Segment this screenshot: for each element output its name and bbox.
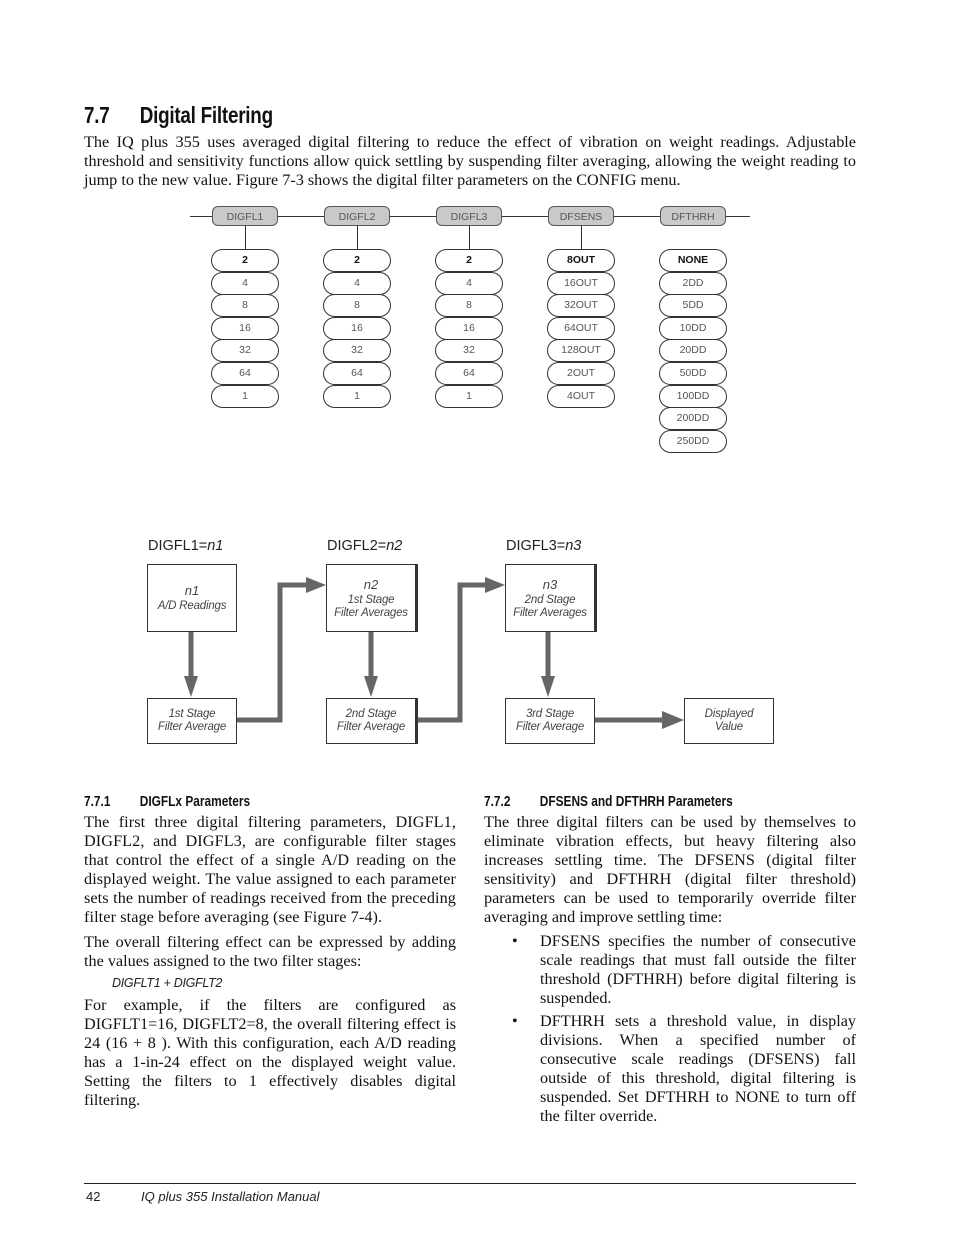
down-arrow-icon [184,676,198,697]
right-arrow-icon [306,577,326,593]
bullet-item: • DFSENS specifies the number of consecut… [484,932,856,1008]
formula: DIGFLT1 + DIGFLT2 [112,976,223,990]
box-text: Filter Average [515,721,585,733]
elbow-arrow-shaft [237,582,312,723]
bullet-icon: • [512,1012,518,1030]
box-text: 2nd Stage [345,708,397,720]
subsection-title: DFSENS and DFTHRH Parameters [539,794,733,810]
bullet-icon: • [512,932,518,950]
flow-label-var: n3 [565,538,582,554]
flow-stage-box: 3rd Stage Filter Average [505,698,595,744]
flow-label-param: DIGFL2= [327,538,387,554]
down-arrow-icon [364,676,378,697]
flow-input-box: n3 2nd Stage Filter Averages [505,564,595,632]
box-text: 1st Stage [347,593,395,606]
paragraph: The overall filtering effect can be expr… [84,933,456,970]
box-var: n3 [542,576,558,592]
subsection-7-7-2-body: The three digital filters can be used by… [484,813,856,1130]
bullet-list: • DFSENS specifies the number of consecut… [484,932,856,1126]
page-number: 42 [86,1189,101,1204]
bullet-text: DFTHRH sets a threshold value, in displa… [540,1012,856,1125]
box-text: Filter Averages [513,606,587,619]
subsection-number: 7.7.2 [484,794,511,810]
box-text: Filter Average [157,721,227,733]
down-arrow-icon [541,676,555,697]
subsection-heading-7-7-1: 7.7.1 DIGFLx Parameters [84,794,250,810]
subsection-title: DIGFLx Parameters [139,794,251,810]
flow-arrows [184,577,684,729]
footer-divider [84,1183,856,1184]
flow-input-box: n1 A/D Readings [147,564,237,632]
flow-label-param: DIGFL1= [148,538,208,554]
bullet-text: DFSENS specifies the number of consecuti… [540,932,856,1007]
paragraph: The three digital filters can be used by… [484,813,856,926]
elbow-arrow-shaft [416,582,491,723]
flow-label-param: DIGFL3= [506,538,566,554]
flow-stage-box: 1st Stage Filter Average [147,698,237,744]
box-var: n2 [363,576,379,592]
box-text: 1st Stage [168,708,216,720]
right-arrow-icon [485,577,505,593]
box-var: n1 [184,583,200,598]
box-text: A/D Readings [157,600,227,612]
paragraph: The first three digital filtering parame… [84,813,456,926]
box-text: Displayed [704,708,754,720]
box-text: 2nd Stage [524,593,576,606]
bullet-item: • DFTHRH sets a threshold value, in displ… [484,1012,856,1126]
subsection-heading-7-7-2: 7.7.2 DFSENS and DFTHRH Parameters [484,794,733,810]
manual-title: IQ plus 355 Installation Manual [141,1189,320,1204]
flow-label: DIGFL1=n1 [148,538,223,554]
box-text: Filter Average [336,721,406,733]
box-text: Filter Averages [334,606,408,619]
filter-flow-diagram: DIGFL1=n1 DIGFL2=n2 DIGFL3=n3 n1 A/D Reading… [0,0,954,760]
flow-label-var: n2 [386,538,403,554]
displayed-value-box: Displayed Value [684,698,774,744]
flow-label: DIGFL2=n2 [327,538,402,554]
box-text: 3rd Stage [525,708,575,720]
flow-input-box: n2 1st Stage Filter Averages [326,564,416,632]
right-arrow-icon [662,711,684,729]
flow-label: DIGFL3=n3 [506,538,581,554]
flow-stage-box: 2nd Stage Filter Average [326,698,416,744]
subsection-7-7-1-body: The first three digital filtering parame… [84,813,456,1110]
flow-label-var: n1 [207,538,224,554]
paragraph: For example, if the filters are configur… [84,996,456,1109]
box-text: Value [715,721,743,733]
subsection-number: 7.7.1 [84,794,111,810]
